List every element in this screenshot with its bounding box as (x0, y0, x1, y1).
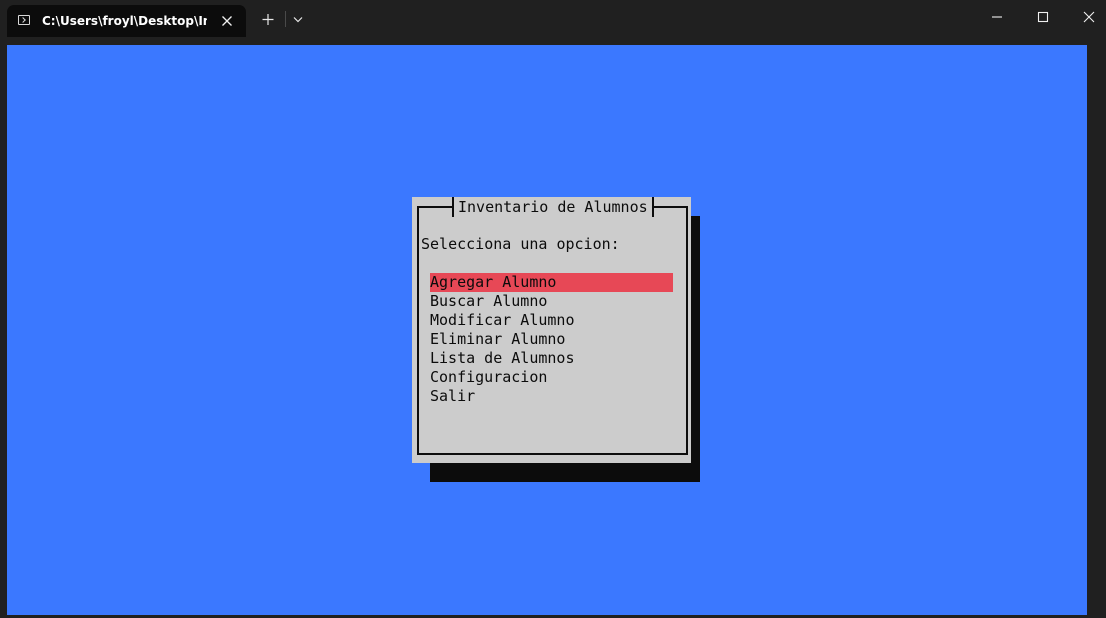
close-window-icon[interactable] (1066, 0, 1106, 34)
terminal-tab[interactable]: C:\Users\froyl\Desktop\Inven (7, 5, 246, 37)
tab-title: C:\Users\froyl\Desktop\Inven (42, 14, 207, 28)
close-icon[interactable] (217, 11, 237, 31)
tab-divider (285, 11, 286, 27)
menu-item-buscar-alumno[interactable]: Buscar Alumno (430, 292, 673, 311)
plus-icon[interactable] (256, 8, 280, 30)
dialog-shadow (691, 216, 700, 482)
dialog-shadow (430, 463, 700, 482)
menu-options: Agregar Alumno Buscar Alumno Modificar A… (430, 273, 673, 406)
menu-item-configuracion[interactable]: Configuracion (430, 368, 673, 387)
dialog-title: Inventario de Alumnos (452, 197, 654, 217)
menu-item-agregar-alumno[interactable]: Agregar Alumno (430, 273, 673, 292)
minimize-icon[interactable] (974, 0, 1020, 34)
menu-prompt: Selecciona una opcion: (421, 235, 620, 253)
menu-item-eliminar-alumno[interactable]: Eliminar Alumno (430, 330, 673, 349)
menu-item-modificar-alumno[interactable]: Modificar Alumno (430, 311, 673, 330)
terminal-icon (18, 15, 30, 25)
maximize-icon[interactable] (1020, 0, 1066, 34)
title-bar: C:\Users\froyl\Desktop\Inven (0, 0, 1106, 37)
chevron-down-icon[interactable] (289, 8, 307, 30)
menu-item-lista-de-alumnos[interactable]: Lista de Alumnos (430, 349, 673, 368)
menu-item-salir[interactable]: Salir (430, 387, 673, 406)
